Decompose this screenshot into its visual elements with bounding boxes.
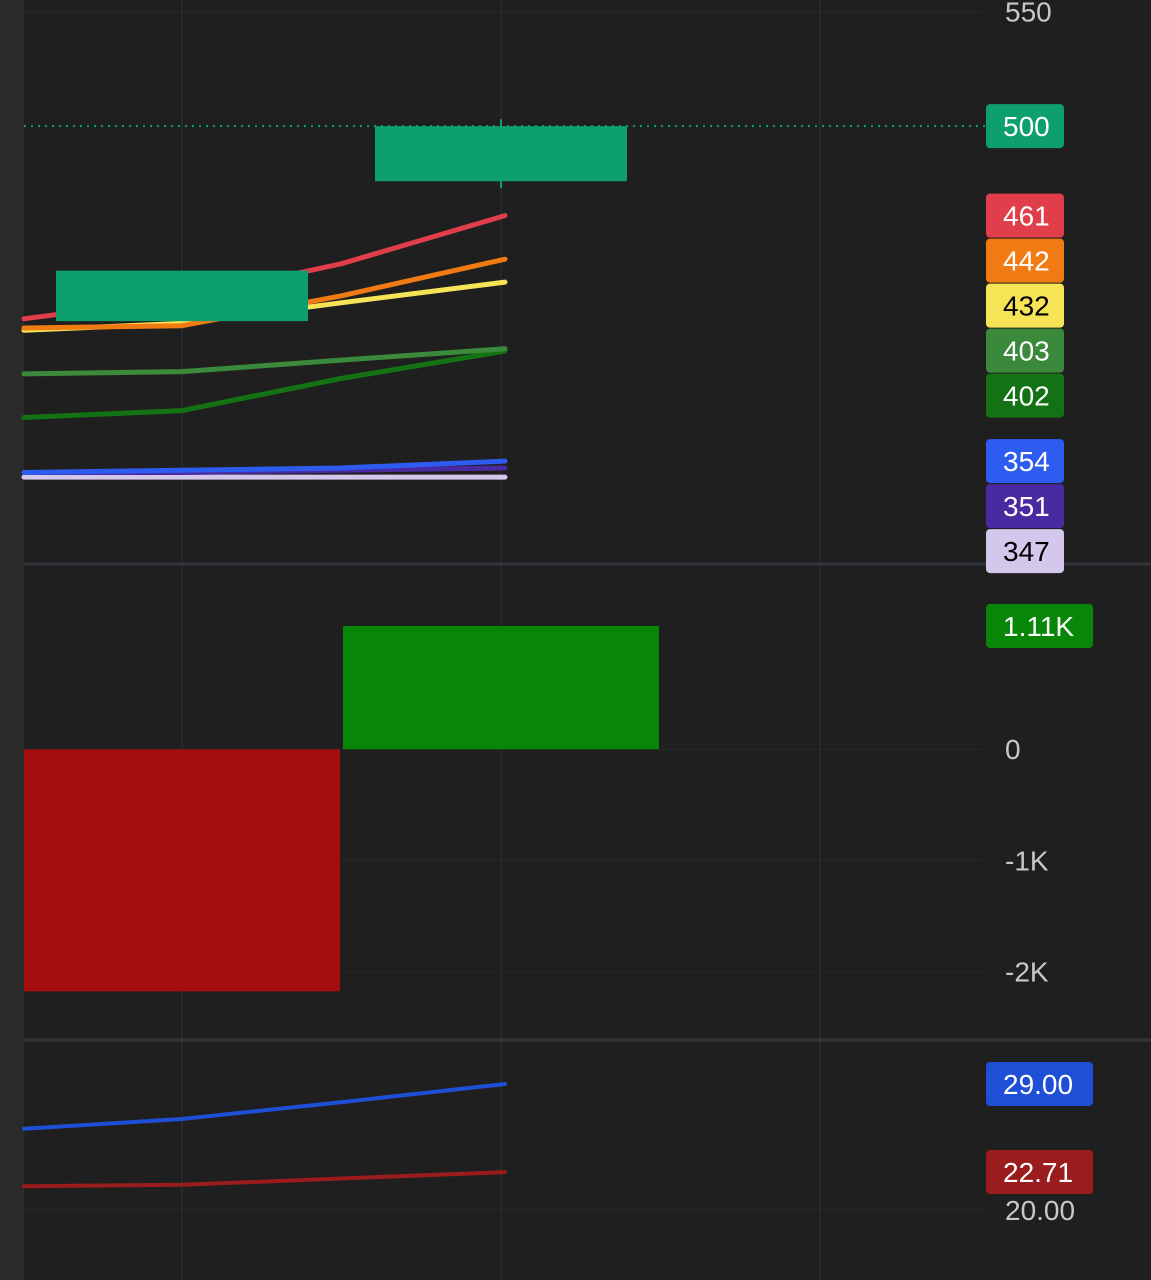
candle-body-1 [375, 126, 627, 182]
indicator-badge-0-label: 29.00 [1003, 1069, 1073, 1100]
indicator-axis-tick-0: 20.00 [1005, 1195, 1075, 1226]
chart-svg: 550 500 461 442 432 403 402 354 351 347 0 -1K -2K 1.1… [0, 0, 1151, 1280]
ma-badge-7-label: 347 [1003, 536, 1050, 567]
ma-badge-4-label: 402 [1003, 381, 1050, 412]
ma-badge-3-label: 403 [1003, 336, 1050, 367]
hist-axis-tick-0: 0 [1005, 734, 1021, 765]
ma-badge-2-label: 432 [1003, 291, 1050, 322]
indicator-badge-1-label: 22.71 [1003, 1157, 1073, 1188]
chart-root: 550 500 461 442 432 403 402 354 351 347 0 -1K -2K 1.1… [0, 0, 1151, 1280]
current-price-badge-label: 500 [1003, 111, 1050, 142]
hist-bar-0 [24, 749, 340, 992]
hist-axis-tick-2: -2K [1005, 956, 1049, 987]
hist-bar-1 [343, 625, 659, 750]
left-strip [0, 0, 24, 1280]
ma-badge-5-label: 354 [1003, 446, 1050, 477]
hist-axis-tick-1: -1K [1005, 845, 1049, 876]
ma-badge-0-label: 461 [1003, 201, 1050, 232]
candle-body-0 [56, 270, 308, 322]
ma-badge-6-label: 351 [1003, 491, 1050, 522]
hist-last-value-badge-label: 1.11K [1003, 611, 1074, 642]
price-axis-tick-0: 550 [1005, 0, 1052, 27]
ma-badge-1-label: 442 [1003, 246, 1050, 277]
